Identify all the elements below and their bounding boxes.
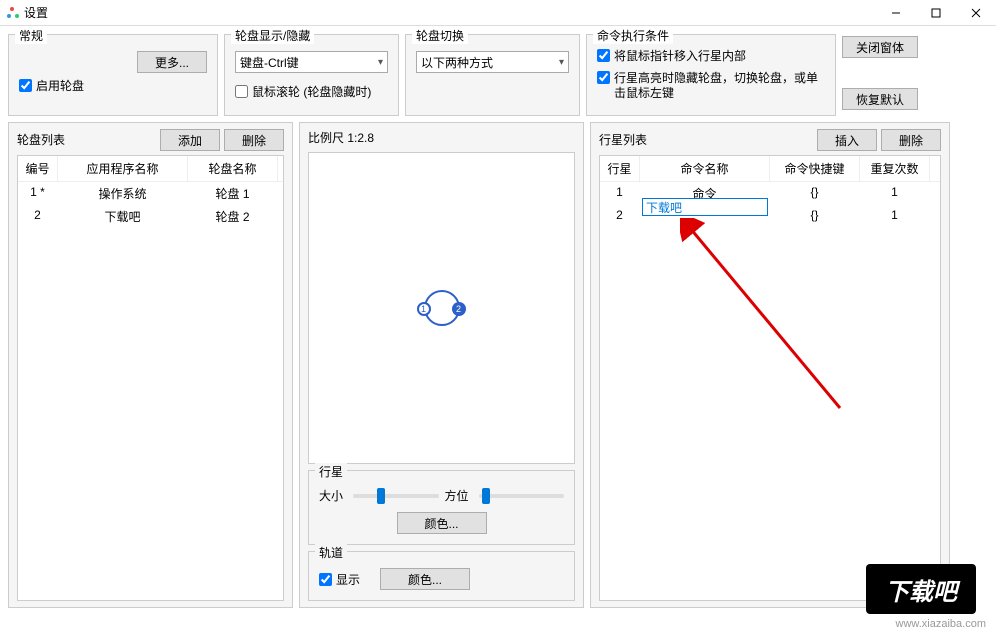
insert-button[interactable]: 插入 bbox=[817, 129, 877, 151]
delete-planet-button[interactable]: 删除 bbox=[881, 129, 941, 151]
planet-th-shortcut: 命令快捷键 bbox=[770, 156, 860, 181]
chevron-down-icon: ▾ bbox=[559, 57, 564, 68]
planet-legend: 行星 bbox=[315, 463, 347, 480]
size-slider[interactable] bbox=[353, 494, 439, 498]
general-group: 常规 更多... 启用轮盘 bbox=[8, 34, 218, 116]
scroll-label: 鼠标滚轮 (轮盘隐藏时) bbox=[252, 83, 371, 100]
track-legend: 轨道 bbox=[315, 544, 347, 561]
chevron-down-icon: ▾ bbox=[378, 57, 383, 68]
track-color-button[interactable]: 颜色... bbox=[380, 568, 470, 590]
url-watermark: www.xiazaiba.com bbox=[896, 618, 986, 630]
showhide-select-value: 键盘-Ctrl键 bbox=[240, 54, 299, 71]
orbit-circle: 1 2 bbox=[424, 290, 460, 326]
titlebar: 设置 bbox=[0, 0, 996, 26]
cond2-label: 行星高亮时隐藏轮盘，切换轮盘，或单击鼠标左键 bbox=[614, 71, 825, 102]
orbit-preview: 1 2 bbox=[308, 152, 575, 464]
scroll-checkbox[interactable] bbox=[235, 85, 248, 98]
window-title: 设置 bbox=[24, 4, 876, 21]
window-controls bbox=[876, 0, 996, 25]
switch-select-value: 以下两种方式 bbox=[421, 54, 493, 71]
switch-select[interactable]: 以下两种方式 ▾ bbox=[416, 51, 569, 73]
wheel-list-title: 轮盘列表 bbox=[17, 131, 65, 148]
wheel-list-panel: 轮盘列表 添加 删除 编号 应用程序名称 轮盘名称 1 * 操作系统 轮盘 1 bbox=[8, 122, 293, 608]
cond2-checkbox[interactable] bbox=[597, 71, 610, 84]
showhide-legend: 轮盘显示/隐藏 bbox=[231, 27, 314, 44]
wheel-table: 编号 应用程序名称 轮盘名称 1 * 操作系统 轮盘 1 2 下载吧 轮盘 2 bbox=[17, 155, 284, 601]
size-label: 大小 bbox=[319, 487, 347, 504]
minimize-button[interactable] bbox=[876, 0, 916, 25]
table-row[interactable]: 1 * 操作系统 轮盘 1 bbox=[18, 182, 283, 205]
planet-th-id: 行星 bbox=[600, 156, 640, 181]
delete-button[interactable]: 删除 bbox=[224, 129, 284, 151]
planet-1-icon: 1 bbox=[417, 302, 431, 316]
more-button[interactable]: 更多... bbox=[137, 51, 207, 73]
wheel-th-name: 轮盘名称 bbox=[188, 156, 278, 181]
scale-label: 比例尺 1:2.8 bbox=[308, 129, 575, 146]
showhide-select[interactable]: 键盘-Ctrl键 ▾ bbox=[235, 51, 388, 73]
preview-panel: 比例尺 1:2.8 1 2 行星 大小 方位 颜色... 轨道 bbox=[299, 122, 584, 608]
planet-th-repeat: 重复次数 bbox=[860, 156, 930, 181]
conditions-legend: 命令执行条件 bbox=[593, 27, 673, 44]
annotation-arrow-icon bbox=[680, 218, 860, 418]
planet-list-title: 行星列表 bbox=[599, 131, 647, 148]
logo-watermark: 下载吧 bbox=[866, 564, 976, 614]
enable-wheel-label: 启用轮盘 bbox=[36, 77, 84, 94]
angle-label: 方位 bbox=[445, 487, 473, 504]
cond1-checkbox[interactable] bbox=[597, 49, 610, 62]
maximize-button[interactable] bbox=[916, 0, 956, 25]
enable-wheel-checkbox[interactable] bbox=[19, 79, 32, 92]
cell-edit-input[interactable] bbox=[642, 198, 768, 216]
table-row[interactable]: 2 下载吧 轮盘 2 bbox=[18, 205, 283, 228]
close-button[interactable] bbox=[956, 0, 996, 25]
restore-default-button[interactable]: 恢复默认 bbox=[842, 88, 918, 110]
close-window-button[interactable]: 关闭窗体 bbox=[842, 36, 918, 58]
planet-list-panel: 行星列表 插入 删除 行星 命令名称 命令快捷键 重复次数 1 命令 {} 1 bbox=[590, 122, 950, 608]
wheel-th-id: 编号 bbox=[18, 156, 58, 181]
angle-slider[interactable] bbox=[479, 494, 565, 498]
show-track-checkbox[interactable] bbox=[319, 573, 332, 586]
add-button[interactable]: 添加 bbox=[160, 129, 220, 151]
showhide-group: 轮盘显示/隐藏 键盘-Ctrl键 ▾ 鼠标滚轮 (轮盘隐藏时) bbox=[224, 34, 399, 116]
planet-2-icon: 2 bbox=[452, 302, 466, 316]
conditions-group: 命令执行条件 将鼠标指针移入行星内部 行星高亮时隐藏轮盘，切换轮盘，或单击鼠标左… bbox=[586, 34, 836, 116]
wheel-th-app: 应用程序名称 bbox=[58, 156, 188, 181]
general-legend: 常规 bbox=[15, 27, 47, 44]
planet-color-button[interactable]: 颜色... bbox=[397, 512, 487, 534]
planet-th-name: 命令名称 bbox=[640, 156, 770, 181]
show-track-label: 显示 bbox=[336, 571, 360, 588]
planet-table: 行星 命令名称 命令快捷键 重复次数 1 命令 {} 1 2 {} 1 bbox=[599, 155, 941, 601]
track-group: 轨道 显示 颜色... bbox=[308, 551, 575, 601]
planet-group: 行星 大小 方位 颜色... bbox=[308, 470, 575, 545]
switch-group: 轮盘切换 以下两种方式 ▾ bbox=[405, 34, 580, 116]
cond1-label: 将鼠标指针移入行星内部 bbox=[614, 49, 746, 65]
switch-legend: 轮盘切换 bbox=[412, 27, 468, 44]
app-icon bbox=[6, 6, 20, 20]
